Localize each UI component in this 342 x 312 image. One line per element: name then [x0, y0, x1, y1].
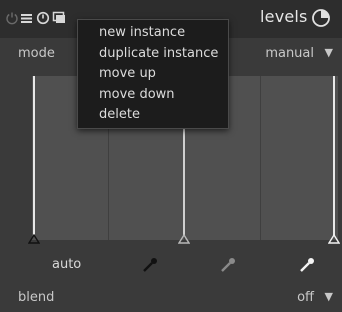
menu-item-duplicate-instance[interactable]: duplicate instance — [99, 46, 218, 61]
white-point-handle[interactable] — [333, 76, 335, 236]
blend-label: blend — [18, 290, 55, 305]
menu-item-delete[interactable]: delete — [99, 107, 140, 122]
menu-item-new-instance[interactable]: new instance — [99, 25, 185, 40]
blend-value[interactable]: off — [297, 290, 314, 305]
reset-icon[interactable] — [36, 11, 50, 25]
chevron-down-icon[interactable]: ▼ — [325, 46, 333, 59]
menu-item-move-up[interactable]: move up — [99, 66, 156, 81]
black-point-marker-icon[interactable] — [28, 234, 40, 244]
gray-point-marker-icon[interactable] — [178, 234, 190, 244]
power-icon[interactable] — [5, 11, 19, 25]
module-title: levels — [260, 7, 308, 26]
multi-instance-icon[interactable] — [20, 11, 34, 25]
mode-value[interactable]: manual — [265, 46, 314, 61]
chevron-down-icon[interactable]: ▼ — [325, 290, 333, 303]
grid-line — [260, 76, 261, 240]
white-picker-icon[interactable] — [298, 256, 316, 274]
white-point-marker-icon[interactable] — [328, 234, 340, 244]
black-point-handle[interactable] — [33, 76, 35, 236]
black-picker-icon[interactable] — [141, 256, 159, 274]
picker-row: auto — [0, 252, 342, 280]
auto-button[interactable]: auto — [52, 257, 81, 272]
blend-row[interactable]: blend off ▼ — [0, 284, 342, 312]
gray-picker-icon[interactable] — [219, 256, 237, 274]
mode-label: mode — [18, 46, 55, 61]
preset-circle-icon[interactable] — [311, 8, 331, 28]
menu-item-move-down[interactable]: move down — [99, 87, 175, 102]
instance-context-menu: new instance duplicate instance move up … — [77, 19, 229, 129]
presets-icon[interactable] — [52, 11, 66, 25]
